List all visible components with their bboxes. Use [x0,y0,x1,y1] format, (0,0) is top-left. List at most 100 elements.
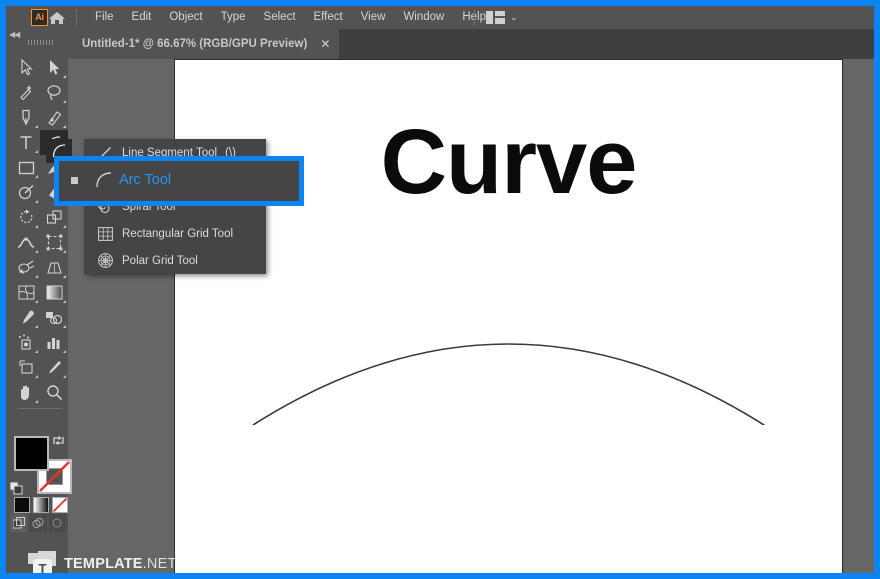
tool-row [12,205,68,230]
magic-wand-tool[interactable] [12,80,40,105]
tool-group-corner-icon [63,275,66,278]
rotate-tool[interactable] [12,205,40,230]
chevron-down-icon[interactable]: ⌄ [510,12,521,23]
tool-group-corner-icon [63,225,66,228]
tool-row [12,80,68,105]
tool-group-corner-icon [35,275,38,278]
free-transform-tool[interactable] [40,230,68,255]
tool-row [12,55,68,80]
tool-divider [12,408,68,415]
document-tab-title: Untitled-1* @ 66.67% (RGB/GPU Preview) [82,38,308,50]
zoom-tool[interactable] [40,380,68,405]
tool-row [12,255,68,280]
tool-group-corner-icon [35,350,38,353]
menu-divider-right [474,9,475,26]
document-tab-strip: Untitled-1* @ 66.67% (RGB/GPU Preview) ✕ [68,29,874,59]
column-graph-tool[interactable] [40,330,68,355]
selection-tool[interactable] [12,55,40,80]
tool-group-corner-icon [35,375,38,378]
home-icon[interactable] [46,10,68,26]
watermark-text: TEMPLATE.NET [64,556,177,572]
workspace-switcher-icon[interactable] [486,11,505,24]
menu-divider [76,9,77,26]
menu-item-effect[interactable]: Effect [305,6,352,29]
tools-panel: ◀◀ T TEMPLATE.NET [6,29,176,573]
flyout-item-rectangular-grid-tool[interactable]: Rectangular Grid Tool [84,220,266,247]
hand-tool[interactable] [12,380,40,405]
close-icon[interactable]: ✕ [320,38,330,50]
rectangle-tool[interactable] [12,155,40,180]
color-swatch-button[interactable] [14,497,30,513]
highlight-annotation-box [54,156,304,206]
tools-grid [12,55,68,415]
width-tool[interactable] [12,230,40,255]
flyout-item-label: Polar Grid Tool [122,254,198,267]
mesh-tool[interactable] [12,280,40,305]
swap-fill-stroke-icon[interactable] [52,434,65,447]
tool-group-corner-icon [35,125,38,128]
tool-group-corner-icon [63,375,66,378]
tool-group-corner-icon [35,225,38,228]
menu-item-type[interactable]: Type [212,6,255,29]
tool-row [12,305,68,330]
pen-tool[interactable] [12,105,40,130]
polar-grid-icon [94,252,116,270]
menu-item-select[interactable]: Select [255,6,305,29]
template-net-watermark: T TEMPLATE.NET [28,544,208,573]
tool-group-corner-icon [63,350,66,353]
gradient-tool[interactable] [40,280,68,305]
type-tool[interactable] [12,130,40,155]
drawing-mode-behind-button[interactable] [29,514,47,532]
curvature-tool[interactable] [40,105,68,130]
eyedropper-tool[interactable] [12,305,40,330]
perspective-grid-tool[interactable] [40,255,68,280]
fill-swatch[interactable] [14,436,49,471]
gradient-swatch-button[interactable] [33,497,49,513]
tool-row [12,355,68,380]
tool-group-corner-icon [63,100,66,103]
scale-tool[interactable] [40,205,68,230]
none-swatch-button[interactable] [52,497,68,513]
collapse-panel-icon[interactable]: ◀◀ [9,30,20,39]
fill-stroke-controls [10,434,72,513]
tool-group-corner-icon [35,400,38,403]
slice-tool[interactable] [40,355,68,380]
drawing-mode-inside-button[interactable] [48,514,66,532]
shaper-tool[interactable] [12,180,40,205]
tool-group-corner-icon [63,300,66,303]
panel-drag-handle[interactable] [28,40,54,45]
illustrator-window: Ai File Edit Object Type Select Effect V… [0,0,880,579]
template-net-logo-icon: T [28,551,58,573]
tool-row [12,380,68,405]
lasso-tool[interactable] [40,80,68,105]
menu-item-window[interactable]: Window [394,6,453,29]
tool-group-corner-icon [63,125,66,128]
tool-group-corner-icon [35,200,38,203]
tool-group-corner-icon [35,175,38,178]
artboard-tool[interactable] [12,355,40,380]
menu-item-file[interactable]: File [86,6,123,29]
blend-tool[interactable] [40,305,68,330]
tool-row [12,330,68,355]
document-tab[interactable]: Untitled-1* @ 66.67% (RGB/GPU Preview) ✕ [68,29,340,59]
shape-builder-tool[interactable] [12,255,40,280]
artboard[interactable]: Curve [174,59,843,573]
menu-bar: Ai File Edit Object Type Select Effect V… [6,6,874,29]
window-inner: Ai File Edit Object Type Select Effect V… [6,6,874,573]
menu-item-object[interactable]: Object [160,6,211,29]
default-fill-stroke-icon[interactable] [10,482,23,495]
menu-item-edit[interactable]: Edit [123,6,161,29]
tool-group-corner-icon [63,75,66,78]
rectangular-grid-icon [94,225,116,243]
canvas-area[interactable]: Curve [68,59,874,573]
direct-selection-tool[interactable] [40,55,68,80]
template-badge-letter: T [33,559,52,573]
menu-item-view[interactable]: View [352,6,395,29]
tools-panel-header[interactable]: ◀◀ [6,29,68,55]
drawing-mode-normal-button[interactable] [10,514,28,532]
tool-group-corner-icon [63,325,66,328]
arc-shape[interactable] [175,275,842,425]
flyout-item-polar-grid-tool[interactable]: Polar Grid Tool [84,247,266,274]
tool-group-corner-icon [63,250,66,253]
symbol-sprayer-tool[interactable] [12,330,40,355]
